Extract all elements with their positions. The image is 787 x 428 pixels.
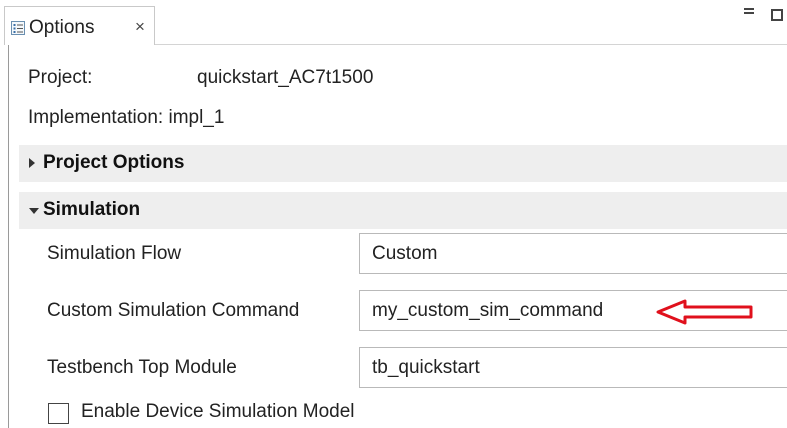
section-title-simulation: Simulation bbox=[43, 199, 141, 220]
minimize-icon[interactable] bbox=[744, 8, 754, 14]
tab-title: Options bbox=[29, 17, 95, 38]
simulation-flow-field[interactable] bbox=[359, 233, 787, 274]
maximize-icon[interactable] bbox=[771, 9, 783, 21]
device-model-label[interactable]: Enable Device Simulation Model bbox=[81, 401, 355, 423]
simulation-flow-label: Simulation Flow bbox=[47, 243, 182, 264]
project-value: quickstart_AC7t1500 bbox=[197, 67, 374, 88]
tab-options[interactable]: Options × bbox=[4, 6, 155, 45]
device-model-checkbox[interactable] bbox=[48, 403, 69, 424]
testbench-label: Testbench Top Module bbox=[47, 357, 237, 378]
implementation-label: Implementation: bbox=[28, 107, 164, 128]
section-simulation[interactable]: Simulation bbox=[19, 192, 787, 229]
close-icon[interactable]: × bbox=[135, 17, 145, 37]
custom-command-label: Custom Simulation Command bbox=[47, 300, 300, 321]
section-title-project-options: Project Options bbox=[43, 152, 185, 173]
implementation-info: Implementation: impl_1 bbox=[28, 107, 224, 129]
testbench-field[interactable] bbox=[359, 347, 787, 388]
section-project-options[interactable]: Project Options bbox=[19, 145, 787, 182]
options-list-icon bbox=[11, 21, 25, 35]
implementation-value: impl_1 bbox=[168, 107, 225, 128]
project-label: Project: bbox=[28, 67, 93, 88]
panel-left-border bbox=[8, 45, 9, 428]
annotation-arrow-icon bbox=[656, 299, 753, 325]
chevron-down-icon bbox=[29, 208, 39, 214]
tab-bar-divider bbox=[155, 44, 787, 45]
editor-tab-bar: Options × bbox=[0, 0, 787, 45]
chevron-right-icon bbox=[29, 158, 35, 168]
